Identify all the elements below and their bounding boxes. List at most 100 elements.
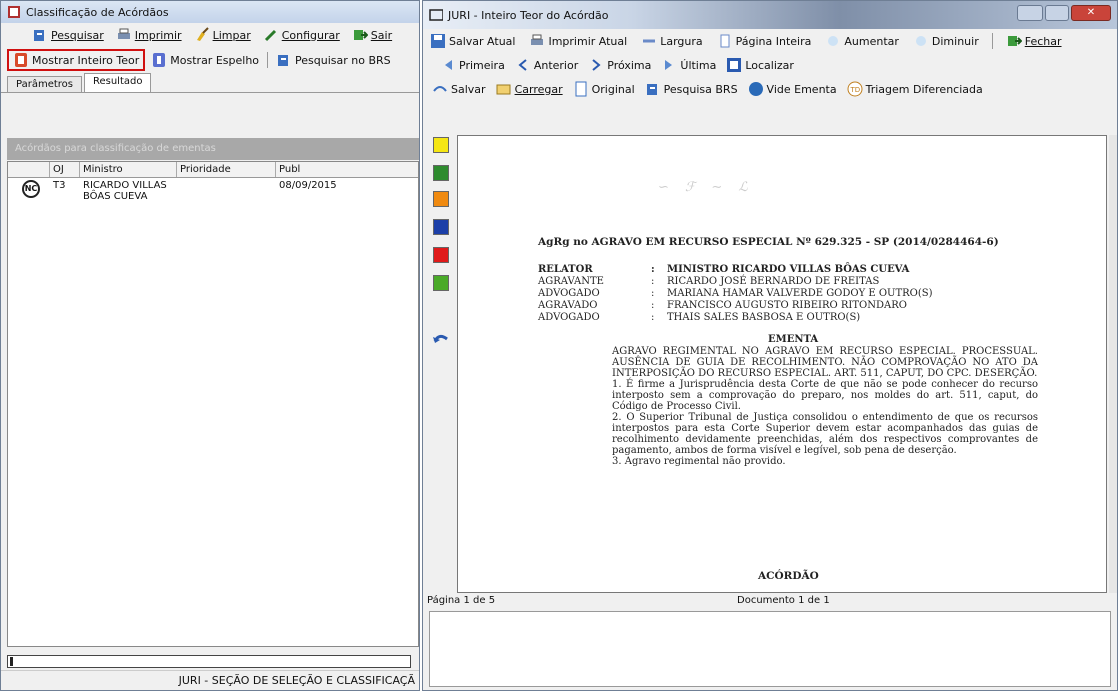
left-toolbar-2: Mostrar Inteiro Teor Mostrar Espelho Pes…	[1, 47, 419, 73]
globe-icon	[748, 81, 764, 97]
tab-parametros[interactable]: Parâmetros	[7, 76, 82, 92]
party-row: AGRAVADO: FRANCISCO AUGUSTO RIBEIRO RITON…	[538, 300, 907, 311]
ementa-body: AGRAVO REGIMENTAL NO AGRAVO EM RECURSO E…	[612, 346, 1038, 467]
left-toolbar-1: Pesquisar Imprimir Limpar Configurar Sai…	[1, 23, 419, 47]
results-grid: OJ Ministro Prioridade Publ NC T3 RICARD…	[7, 161, 419, 647]
grid-caption-bar: Acórdãos para classificação de ementas	[7, 138, 419, 160]
cell-prioridade	[177, 178, 276, 206]
color-button-yellow[interactable]	[433, 137, 449, 153]
show-mirror-button[interactable]: Mostrar Espelho	[148, 51, 262, 69]
zoom-out-button[interactable]: Diminuir	[910, 32, 982, 50]
page-icon	[717, 33, 733, 49]
col-oj[interactable]: OJ	[50, 162, 80, 177]
search-button[interactable]: Pesquisar	[29, 26, 107, 44]
next-page-button[interactable]: Próxima	[585, 56, 654, 74]
document-viewer[interactable]: ∽ ℱ ∼ ℒ AgRg no AGRAVO EM RECURSO ESPECI…	[457, 135, 1107, 593]
close-button[interactable]: ✕	[1071, 5, 1111, 21]
vertical-scrollbar[interactable]	[1109, 135, 1117, 593]
print-button[interactable]: Imprimir	[113, 26, 185, 44]
save-current-button[interactable]: Salvar Atual	[427, 32, 518, 50]
party-row: RELATOR: MINISTRO RICARDO VILLAS BÔAS CUE…	[538, 264, 910, 275]
locate-icon	[726, 57, 742, 73]
load-button[interactable]: Carregar	[493, 80, 566, 98]
next-icon	[588, 57, 604, 73]
save-icon	[430, 33, 446, 49]
doc-heading: AgRg no AGRAVO EM RECURSO ESPECIAL Nº 62…	[538, 236, 999, 248]
nc-badge-cell: NC	[8, 178, 50, 206]
printer-icon	[529, 33, 545, 49]
previous-icon	[515, 57, 531, 73]
acordao-heading: ACÓRDÃO	[758, 570, 819, 582]
mirror-icon	[151, 52, 167, 68]
horizontal-scrollbar[interactable]	[7, 655, 411, 668]
left-window-title: Classificação de Acórdãos	[26, 5, 169, 19]
undo-icon[interactable]	[431, 331, 451, 352]
first-page-button[interactable]: Primeira	[437, 56, 508, 74]
separator	[267, 52, 269, 68]
app-icon	[429, 8, 443, 22]
status-text: JURI - SEÇÃO DE SELEÇÃO E CLASSIFICAÇÃ	[178, 674, 415, 687]
app-icon	[7, 5, 21, 19]
search-icon	[32, 27, 48, 43]
full-page-button[interactable]: Página Inteira	[714, 32, 815, 50]
document-icon	[573, 81, 589, 97]
width-icon	[641, 33, 657, 49]
grid-header: OJ Ministro Prioridade Publ	[8, 162, 418, 178]
search-brs-button[interactable]: Pesquisar no BRS	[273, 51, 394, 69]
color-button-red[interactable]	[433, 247, 449, 263]
color-button-lightgreen[interactable]	[433, 275, 449, 291]
table-row[interactable]: NC T3 RICARDO VILLAS BÔAS CUEVA 08/09/20…	[8, 178, 418, 206]
col-ministro[interactable]: Ministro	[80, 162, 177, 177]
configure-button[interactable]: Configurar	[260, 26, 343, 44]
wrench-icon	[263, 27, 279, 43]
folder-icon	[496, 81, 512, 97]
clear-button[interactable]: Limpar	[191, 26, 254, 44]
left-statusbar: JURI - SEÇÃO DE SELEÇÃO E CLASSIFICAÇÃ	[1, 670, 419, 690]
party-row: ADVOGADO: MARIANA HAMAR VALVERDE GODOY E …	[538, 288, 933, 299]
minimize-button[interactable]	[1017, 5, 1043, 21]
zoom-in-button[interactable]: Aumentar	[822, 32, 902, 50]
show-full-text-button[interactable]: Mostrar Inteiro Teor	[7, 49, 146, 71]
original-button[interactable]: Original	[570, 80, 638, 98]
previous-page-button[interactable]: Anterior	[512, 56, 581, 74]
brs-icon	[645, 81, 661, 97]
ementa-item-2: 2. O Superior Tribunal de Justiça consol…	[612, 412, 1038, 456]
maximize-button[interactable]	[1045, 5, 1069, 21]
see-ementa-button[interactable]: Vide Ementa	[745, 80, 840, 98]
exit-icon	[1006, 33, 1022, 49]
scroll-left-icon[interactable]	[10, 657, 16, 666]
tab-resultado[interactable]: Resultado	[83, 73, 152, 92]
locate-button[interactable]: Localizar	[723, 56, 797, 74]
last-icon	[661, 57, 677, 73]
grid-caption: Acórdãos para classificação de ementas	[15, 143, 216, 154]
brs-search-button[interactable]: Pesquisa BRS	[642, 80, 741, 98]
first-icon	[440, 57, 456, 73]
color-button-green[interactable]	[433, 165, 449, 181]
page-info: Página 1 de 5	[427, 595, 496, 606]
ementa-item-1: 1. É firme a Jurisprudência desta Corte …	[612, 379, 1038, 412]
zoom-in-icon	[825, 33, 841, 49]
last-page-button[interactable]: Última	[658, 56, 719, 74]
width-button[interactable]: Largura	[638, 32, 705, 50]
right-window: JURI - Inteiro Teor do Acórdão ✕ Salvar …	[422, 0, 1118, 691]
zoom-out-icon	[913, 33, 929, 49]
color-button-orange[interactable]	[433, 191, 449, 207]
print-current-button[interactable]: Imprimir Atual	[526, 32, 630, 50]
notes-area[interactable]	[429, 611, 1111, 687]
left-tabs: Parâmetros Resultado	[1, 73, 419, 93]
document-logo: ∽ ℱ ∼ ℒ	[658, 180, 754, 195]
broom-icon	[194, 27, 210, 43]
party-row: ADVOGADO: THAIS SALES BASBOSA E OUTRO(S)	[538, 312, 861, 323]
close-doc-button[interactable]: Fechar	[1003, 32, 1065, 50]
color-button-blue[interactable]	[433, 219, 449, 235]
right-toolbar-2: Primeira Anterior Próxima Última Localiz…	[423, 53, 1117, 77]
col-prioridade[interactable]: Prioridade	[177, 162, 276, 177]
col-publ[interactable]: Publ	[276, 162, 336, 177]
exit-button[interactable]: Sair	[349, 26, 395, 44]
save-button[interactable]: Salvar	[429, 80, 489, 98]
full-text-icon	[13, 52, 29, 68]
exit-icon	[352, 27, 368, 43]
cell-oj: T3	[53, 180, 66, 191]
triage-button[interactable]: TD Triagem Diferenciada	[844, 80, 986, 98]
nc-badge: NC	[22, 180, 40, 198]
